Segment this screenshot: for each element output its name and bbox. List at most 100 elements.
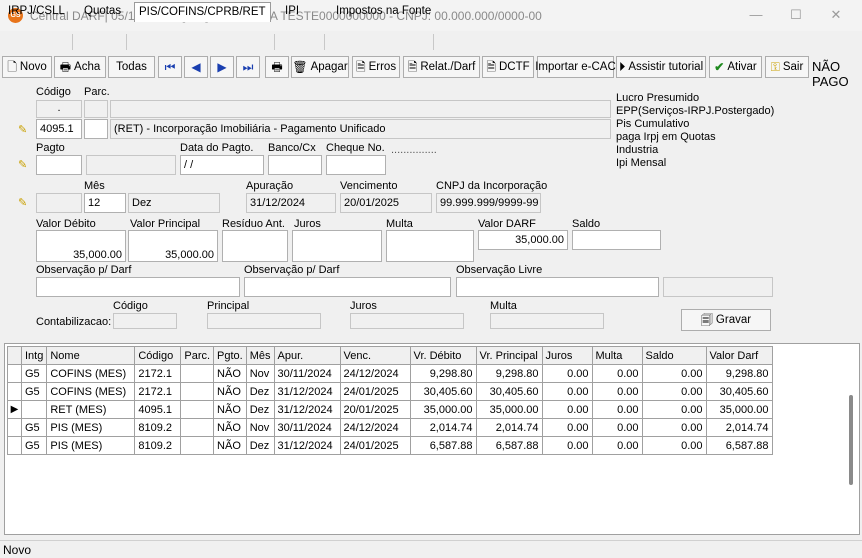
edit-pencil-icon[interactable]: ✎ (18, 198, 32, 209)
cell-juros: 0.00 (541, 382, 593, 401)
banco-input[interactable] (268, 155, 322, 175)
col-mes[interactable]: Mês (245, 346, 275, 365)
acha-button[interactable]: 🖶 Acha (54, 56, 106, 78)
dctf-button[interactable]: 🗎 DCTF (482, 56, 534, 78)
cell-intg: G5 (20, 436, 48, 455)
first-record-button[interactable]: ⏮ (158, 56, 182, 78)
cell-juros: 0.00 (541, 400, 593, 419)
col-vr-principal[interactable]: Vr. Principal (475, 346, 543, 365)
cell-multa: 0.00 (591, 364, 643, 383)
description-field: (RET) - Incorporação Imobiliária - Pagam… (110, 119, 611, 139)
cell-venc: 24/01/2025 (339, 382, 411, 401)
tab-ipi[interactable]: IPI (281, 2, 303, 22)
acha-label: Acha (74, 61, 101, 73)
sair-label: Sair (782, 61, 804, 73)
tab-irpj-csll[interactable]: IRPJ/CSLL (4, 2, 69, 22)
edit-pencil-icon[interactable]: ✎ (18, 125, 32, 136)
table-row[interactable]: G5 PIS (MES) 8109.2 NÃO Dez 31/12/2024 2… (7, 436, 773, 455)
importar-ecac-button[interactable]: Importar e-CAC (535, 56, 616, 78)
col-nome[interactable]: Nome (46, 346, 136, 365)
col-saldo[interactable]: Saldo (641, 346, 707, 365)
relat-darf-button[interactable]: 🗎 Relat./Darf (403, 56, 480, 78)
cell-vr-principal: 35,000.00 (475, 400, 543, 419)
grid-scroll-thumb[interactable] (849, 395, 853, 485)
col-vr-debito[interactable]: Vr. Débito (409, 346, 477, 365)
gravar-button[interactable]: 🗐 Gravar (681, 309, 771, 331)
col-codigo[interactable]: Código (134, 346, 182, 365)
codigo-input[interactable]: 4095.1 (36, 119, 82, 139)
col-intg[interactable]: Intg (20, 346, 48, 365)
cheque-input[interactable] (326, 155, 386, 175)
mes-input[interactable]: 12 (84, 193, 126, 213)
row-indicator (7, 364, 22, 383)
cell-vr-principal: 30,405.60 (475, 382, 543, 401)
vencimento-label: Vencimento (340, 180, 398, 192)
row-indicator (7, 418, 22, 437)
ativar-label: Ativar (727, 61, 757, 73)
table-row[interactable]: G5 COFINS (MES) 2172.1 NÃO Nov 30/11/202… (7, 364, 773, 383)
apagar-label: Apagar (310, 61, 348, 73)
cell-codigo: 8109.2 (134, 436, 182, 455)
valor-debito-label: Valor Débito (36, 218, 96, 230)
col-parc[interactable]: Parc. (180, 346, 215, 365)
multa-input[interactable] (386, 230, 474, 262)
prev-record-button[interactable]: ◀ (184, 56, 208, 78)
tab-impostos-fonte[interactable]: Impostos na Fonte (332, 2, 435, 22)
todas-button[interactable]: Todas (108, 56, 155, 78)
last-record-button[interactable]: ⏭ (236, 56, 260, 78)
sair-button[interactable]: ⚿ Sair (765, 56, 809, 78)
obs-livre-input[interactable] (456, 277, 659, 297)
tab-pis-cofins[interactable]: PIS/COFINS/CPRB/RET (134, 2, 271, 22)
apagar-button[interactable]: 🗑 Apagar (291, 56, 349, 78)
payment-status: NÃO PAGO (812, 59, 849, 89)
first-icon: ⏮ (164, 60, 176, 74)
col-pgto[interactable]: Pgto. (213, 346, 247, 365)
maximize-button[interactable]: ☐ (786, 6, 806, 24)
contabilizacao-label: Contabilizacao: (36, 316, 112, 328)
status-bar: Novo (0, 540, 862, 558)
valor-principal-input[interactable]: 35,000.00 (128, 230, 218, 262)
novo-button[interactable]: 🗋 Novo (2, 56, 52, 78)
edit-pencil-icon[interactable]: ✎ (18, 160, 32, 171)
cell-intg: G5 (20, 382, 48, 401)
cell-valor-darf: 35,000.00 (705, 400, 773, 419)
cell-vr-debito: 9,298.80 (409, 364, 477, 383)
dctf-label: DCTF (498, 61, 530, 73)
next-record-button[interactable]: ▶ (210, 56, 234, 78)
col-multa[interactable]: Multa (591, 346, 643, 365)
erros-label: Erros (368, 61, 397, 73)
erros-button[interactable]: 🗎 Erros (352, 56, 400, 78)
cell-valor-darf: 30,405.60 (705, 382, 773, 401)
tab-divider (126, 34, 127, 50)
darf-grid[interactable]: Intg Nome Código Parc. Pgto. Mês Apur. V… (4, 343, 860, 535)
cell-apur: 30/11/2024 (273, 364, 341, 383)
cell-saldo: 0.00 (641, 418, 707, 437)
close-button[interactable]: ✕ (826, 6, 846, 24)
assistir-tutorial-button[interactable]: ⏵ Assistir tutorial (616, 56, 706, 78)
mes-label: Mês (84, 180, 105, 192)
col-juros[interactable]: Juros (541, 346, 593, 365)
table-row-selected[interactable]: ▶ RET (MES) 4095.1 NÃO Dez 31/12/2024 20… (7, 400, 773, 419)
table-row[interactable]: G5 COFINS (MES) 2172.1 NÃO Dez 31/12/202… (7, 382, 773, 401)
minimize-button[interactable]: — (746, 6, 766, 24)
cell-mes: Dez (245, 382, 275, 401)
residuo-input[interactable] (222, 230, 288, 262)
parc-input[interactable] (84, 119, 108, 139)
obs-darf-input[interactable] (36, 277, 240, 297)
col-valor-darf[interactable]: Valor Darf (705, 346, 773, 365)
vencimento-field: 20/01/2025 (340, 193, 432, 213)
col-venc[interactable]: Venc. (339, 346, 411, 365)
table-row[interactable]: G5 PIS (MES) 8109.2 NÃO Nov 30/11/2024 2… (7, 418, 773, 437)
cell-parc (180, 436, 215, 455)
info-regime: Lucro Presumido (616, 92, 700, 104)
print-button[interactable]: 🖶 (265, 56, 289, 78)
tab-quotas[interactable]: Quotas (80, 2, 125, 22)
pagto-input[interactable] (36, 155, 82, 175)
valor-principal-label: Valor Principal (130, 218, 201, 230)
juros-input[interactable] (292, 230, 382, 262)
data-pagto-input[interactable]: / / (180, 155, 264, 175)
ativar-button[interactable]: ✔ Ativar (709, 56, 762, 78)
obs-darf-input-2[interactable] (244, 277, 451, 297)
col-apur[interactable]: Apur. (273, 346, 341, 365)
valor-debito-input[interactable]: 35,000.00 (36, 230, 126, 262)
